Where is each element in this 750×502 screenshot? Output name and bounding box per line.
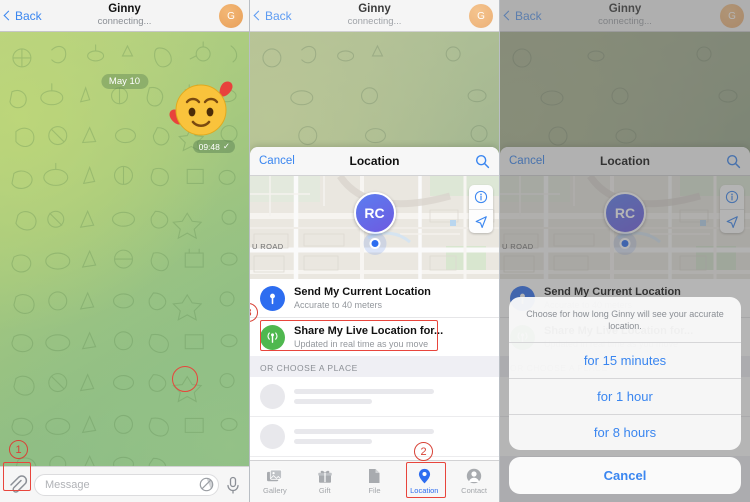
location-pin-icon: [418, 468, 430, 484]
message-input[interactable]: Message: [34, 473, 219, 496]
panel-live-location-duration: Back Ginny connecting... G Cancel Locati…: [500, 0, 750, 502]
duration-option-1-hour[interactable]: for 1 hour: [509, 378, 741, 414]
date-badge: May 10: [100, 74, 149, 89]
placeholder-lines: [294, 389, 489, 404]
back-button[interactable]: Back: [250, 9, 292, 23]
action-sheet-message: Choose for how long Ginny will see your …: [509, 297, 741, 343]
option-subtitle: Updated in real time as you move: [294, 339, 429, 349]
duration-option-15-minutes[interactable]: for 15 minutes: [509, 343, 741, 378]
annotation-marker-1: 1: [9, 440, 28, 459]
map-road-label: U ROAD: [252, 242, 284, 251]
location-sheet-title: Location: [349, 154, 400, 168]
duration-option-8-hours[interactable]: for 8 hours: [509, 414, 741, 450]
option-title: Share My Live Location for...: [294, 325, 444, 337]
attachment-tabbar: Gallery Gift File Location Contact: [250, 460, 499, 502]
chevron-left-icon: [3, 10, 14, 21]
placeholder-bar: [294, 429, 435, 434]
option-subtitle: Accurate to 40 meters: [294, 300, 383, 310]
nav-bar: Back Ginny connecting... G: [0, 0, 249, 32]
search-icon[interactable]: [475, 154, 490, 169]
back-label: Back: [15, 8, 42, 23]
message-list[interactable]: May 10 09:48 ✓: [0, 32, 249, 502]
list-item[interactable]: [250, 416, 499, 456]
map-info-button[interactable]: [469, 185, 493, 209]
microphone-icon[interactable]: [225, 476, 241, 494]
timestamp-text: 09:48: [198, 141, 220, 152]
option-text: Share My Live Location for... Updated in…: [294, 324, 443, 350]
avatar[interactable]: G: [219, 4, 243, 28]
option-text: Send My Current Location Accurate to 40 …: [294, 285, 431, 311]
map-controls: [469, 185, 493, 233]
tab-gallery[interactable]: Gallery: [250, 461, 300, 502]
location-sheet-header: Cancel Location: [250, 147, 499, 176]
paperclip-icon: [10, 474, 28, 493]
map-view[interactable]: U ROAD RC: [250, 176, 499, 279]
placeholder-bar: [294, 439, 372, 444]
map-marker[interactable]: RC: [353, 192, 396, 234]
info-icon: [474, 190, 488, 204]
annotation-marker-2: 2: [414, 442, 433, 461]
navigation-arrow-icon: [475, 215, 487, 228]
tab-label: Gift: [318, 485, 331, 495]
option-title: Send My Current Location: [294, 286, 431, 298]
list-item[interactable]: [250, 377, 499, 416]
screenshot-panels: Back Ginny connecting... G May 10 09:48 …: [0, 0, 750, 502]
current-location-dot: [369, 238, 380, 249]
placeholder-bar: [294, 399, 372, 404]
placeholder-avatar: [260, 384, 285, 409]
gift-icon: [317, 470, 332, 483]
places-section-header: OR CHOOSE A PLACE: [250, 356, 499, 377]
map-locate-button[interactable]: [469, 209, 493, 233]
tab-label: Location: [410, 486, 439, 495]
nav-bar: Back Ginny connecting... G: [250, 0, 499, 32]
tab-gift[interactable]: Gift: [300, 461, 350, 502]
tab-contact[interactable]: Contact: [449, 461, 499, 502]
back-button[interactable]: Back: [0, 9, 42, 23]
tab-label: Gallery: [263, 485, 287, 495]
location-options: Send My Current Location Accurate to 40 …: [250, 279, 499, 356]
placeholder-bar: [294, 389, 435, 394]
panel-location-picker: Back Ginny connecting... G Cancel Locati…: [250, 0, 500, 502]
back-label: Back: [265, 8, 292, 23]
placeholder-lines: [294, 429, 489, 444]
live-location-icon: [260, 324, 285, 350]
chat-wallpaper: May 10 09:48 ✓: [0, 32, 249, 502]
tab-label: File: [368, 486, 381, 495]
panel-chat: Back Ginny connecting... G May 10 09:48 …: [0, 0, 250, 502]
read-receipt-icon: ✓: [222, 141, 230, 151]
duration-action-sheet: Choose for how long Ginny will see your …: [509, 297, 741, 494]
tab-label: Contact: [461, 486, 488, 495]
tab-file[interactable]: File: [350, 461, 400, 502]
avatar[interactable]: G: [469, 4, 493, 28]
location-pin-icon: [260, 285, 285, 311]
send-current-location-option[interactable]: Send My Current Location Accurate to 40 …: [250, 279, 499, 317]
action-sheet-group: Choose for how long Ginny will see your …: [509, 297, 741, 450]
annotation-ring: [172, 366, 198, 392]
message-timestamp: 09:48 ✓: [192, 140, 235, 153]
contact-icon: [466, 468, 482, 484]
location-sheet: Cancel Location U ROAD RC Send My Curren…: [250, 147, 499, 502]
sticker-icon[interactable]: [199, 477, 214, 492]
placeholder-avatar: [260, 424, 285, 449]
chevron-left-icon: [253, 10, 264, 21]
attach-button[interactable]: [6, 474, 28, 496]
action-sheet-cancel-button[interactable]: Cancel: [509, 457, 741, 494]
message-composer: Message: [0, 466, 249, 502]
share-live-location-option[interactable]: Share My Live Location for... Updated in…: [250, 317, 499, 356]
gallery-icon: [267, 469, 283, 481]
message-placeholder: Message: [45, 478, 90, 491]
smiling-face-sticker[interactable]: [165, 72, 237, 144]
file-icon: [369, 469, 380, 483]
tab-location[interactable]: Location: [399, 461, 449, 502]
